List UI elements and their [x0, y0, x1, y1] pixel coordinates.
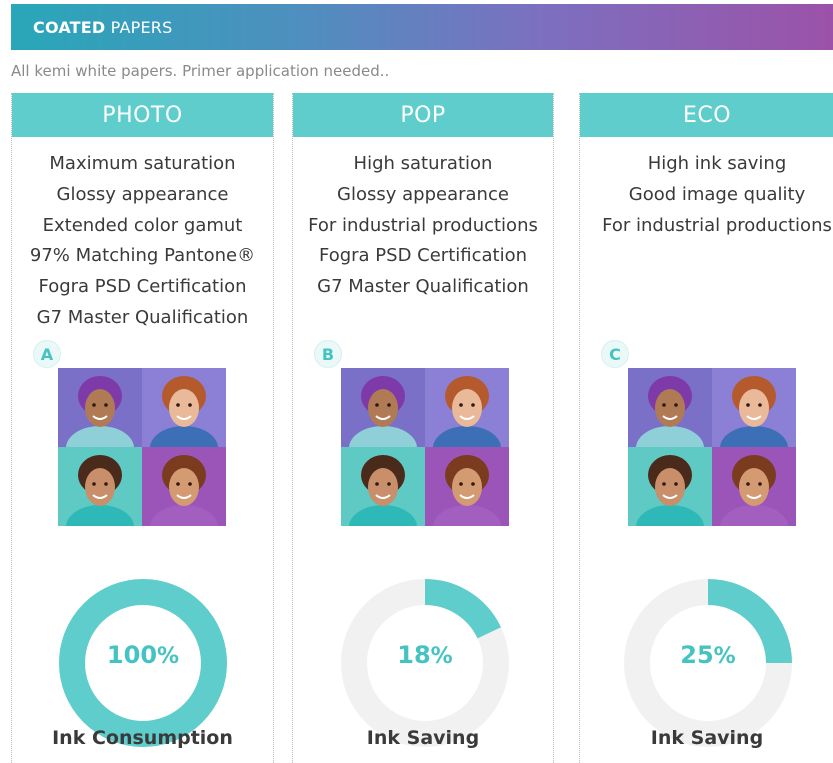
paper-column-pop: POP High saturation Glossy appearance Fo… — [292, 93, 554, 763]
donut-value-number: 25 — [680, 641, 714, 669]
section-subtitle: All kemi white papers. Primer applicatio… — [11, 62, 390, 80]
portrait-turban-image — [628, 368, 712, 447]
metric-label: Ink Saving — [366, 727, 480, 749]
badge-letter: A — [33, 340, 61, 368]
section-title-rest: PAPERS — [105, 17, 173, 37]
metric-label: Ink Saving — [650, 727, 764, 749]
feature-item: For industrial productions — [602, 214, 832, 236]
column-title: ECO — [580, 93, 833, 137]
portrait-lying-image — [58, 447, 142, 526]
portrait-curly-image — [425, 447, 509, 526]
section-banner: COATED PAPERS — [11, 4, 833, 50]
donut-value-number: 18 — [397, 641, 431, 669]
donut-value-unit: % — [713, 644, 736, 669]
sample-photo-grid — [341, 368, 509, 526]
portrait-sunglasses-image — [142, 368, 226, 447]
feature-item: Glossy appearance — [56, 183, 229, 205]
feature-item: Good image quality — [628, 183, 806, 205]
feature-list: Maximum saturation Glossy appearance Ext… — [0, 149, 293, 334]
sample-photo-grid — [628, 368, 796, 526]
donut-value-unit: % — [157, 644, 180, 669]
feature-list: High saturation Glossy appearance For in… — [273, 149, 573, 303]
ink-donut-chart: 100% — [59, 579, 227, 747]
feature-item: High saturation — [353, 153, 493, 174]
badge-letter: C — [601, 340, 629, 368]
column-title: POP — [293, 93, 553, 137]
portrait-sunglasses-image — [425, 368, 509, 447]
feature-item: G7 Master Qualification — [36, 306, 249, 328]
section-title-bold: COATED — [33, 17, 106, 37]
donut-value-label: 18% — [341, 641, 509, 669]
portrait-curly-image — [142, 447, 226, 526]
feature-item: G7 Master Qualification — [317, 276, 529, 298]
donut-value-label: 25% — [624, 641, 792, 669]
donut-value-unit: % — [430, 644, 453, 669]
donut-value-label: 100% — [59, 641, 227, 669]
portrait-lying-image — [628, 447, 712, 526]
feature-item: Extended color gamut — [42, 214, 243, 236]
sample-photo-grid — [58, 368, 226, 526]
feature-list: High ink saving Good image quality For i… — [570, 149, 833, 241]
feature-item: For industrial productions — [308, 214, 538, 236]
feature-item: High ink saving — [647, 153, 787, 174]
feature-item: Fogra PSD Certification — [38, 276, 247, 298]
section-title: COATED PAPERS — [33, 18, 172, 37]
portrait-lying-image — [341, 447, 425, 526]
paper-column-eco: ECO High ink saving Good image quality F… — [579, 93, 833, 763]
paper-column-photo: PHOTO Maximum saturation Glossy appearan… — [11, 93, 274, 763]
feature-item: Maximum saturation — [49, 153, 236, 174]
portrait-curly-image — [712, 447, 796, 526]
portrait-turban-image — [341, 368, 425, 447]
ink-donut-chart: 18% — [341, 579, 509, 747]
feature-item: Glossy appearance — [337, 183, 509, 205]
feature-item: Fogra PSD Certification — [318, 245, 527, 267]
ink-donut-chart: 25% — [624, 579, 792, 747]
portrait-sunglasses-image — [712, 368, 796, 447]
metric-label: Ink Consumption — [52, 727, 233, 749]
donut-value-number: 100 — [106, 641, 158, 669]
feature-item: 97% Matching Pantone® — [29, 245, 256, 267]
badge-letter: B — [314, 340, 342, 368]
portrait-turban-image — [58, 368, 142, 447]
column-title: PHOTO — [12, 93, 273, 137]
